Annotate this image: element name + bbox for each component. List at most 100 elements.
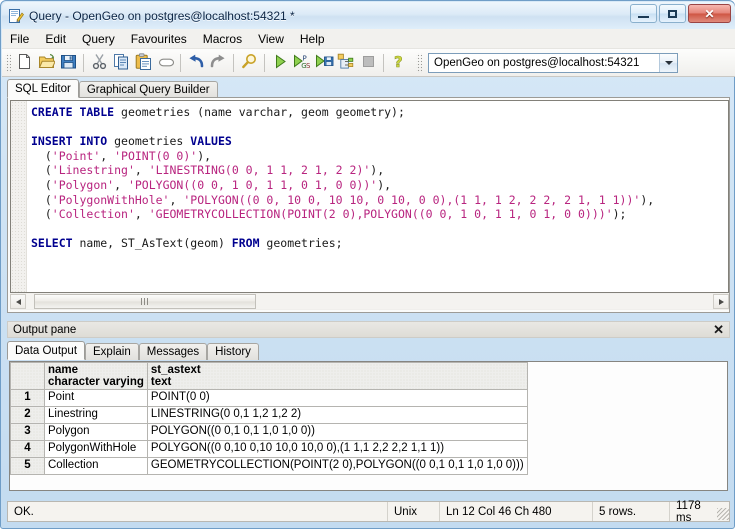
row-number[interactable]: 3	[11, 424, 45, 441]
editor-horizontal-scrollbar[interactable]	[10, 293, 729, 310]
cell-st-astext[interactable]: LINESTRING(0 0,1 1,2 1,2 2)	[147, 407, 527, 424]
sql-line: ('Point', 'POINT(0 0)'),	[31, 149, 654, 164]
sql-token-str: 'LINESTRING(0 0, 1 1, 2 1, 2 2)'	[149, 163, 371, 177]
cell-st-astext[interactable]: POINT(0 0)	[147, 390, 527, 407]
status-bar: OK. Unix Ln 12 Col 46 Ch 480 5 rows. 117…	[7, 501, 730, 522]
minimize-icon	[638, 16, 649, 18]
tab-messages[interactable]: Messages	[139, 343, 207, 360]
stop-query-button[interactable]	[357, 52, 379, 74]
sql-token-str: 'POINT(0 0)'	[114, 149, 197, 163]
sql-token-plain: ),	[640, 193, 654, 207]
close-button[interactable]: ✕	[688, 4, 731, 23]
execute-to-file-button[interactable]	[313, 52, 335, 74]
column-header-st-astext-label: st_astext	[151, 364, 201, 376]
copy-button[interactable]	[110, 52, 132, 74]
row-number[interactable]: 2	[11, 407, 45, 424]
sql-token-str: 'GEOMETRYCOLLECTION(POINT(2 0),POLYGON((…	[149, 207, 613, 221]
help-button[interactable]: ?	[388, 52, 410, 74]
sql-code[interactable]: CREATE TABLE geometries (name varchar, g…	[31, 105, 654, 251]
connection-value: OpenGeo on postgres@localhost:54321	[429, 57, 639, 69]
scrollbar-thumb[interactable]	[34, 294, 256, 309]
window-title: Query - OpenGeo on postgres@localhost:54…	[29, 9, 295, 23]
row-number[interactable]: 4	[11, 441, 45, 458]
cell-st-astext[interactable]: POLYGON((0 0,10 0,10 10,0 10,0 0),(1 1,1…	[147, 441, 527, 458]
sql-token-plain: ,	[169, 193, 183, 207]
explain-options-button[interactable]	[335, 52, 357, 74]
sql-token-plain: name, ST_AsText(geom)	[73, 236, 232, 250]
cell-name[interactable]: Polygon	[45, 424, 148, 441]
menu-macros[interactable]: Macros	[195, 30, 250, 48]
tab-history-label: History	[215, 346, 251, 358]
scroll-right-icon[interactable]	[713, 294, 729, 309]
table-row[interactable]: 5 Collection GEOMETRYCOLLECTION(POINT(2 …	[11, 458, 528, 475]
row-number[interactable]: 5	[11, 458, 45, 475]
tab-data-output[interactable]: Data Output	[7, 341, 85, 360]
sql-token-str: 'Linestring'	[52, 163, 135, 177]
table-row[interactable]: 3 Polygon POLYGON((0 0,1 0,1 1,0 1,0 0))	[11, 424, 528, 441]
tab-sql-editor[interactable]: SQL Editor	[7, 79, 79, 98]
table-row[interactable]: 4 PolygonWithHole POLYGON((0 0,10 0,10 1…	[11, 441, 528, 458]
tab-explain[interactable]: Explain	[85, 343, 139, 360]
undo-button[interactable]	[185, 52, 207, 74]
row-number[interactable]: 1	[11, 390, 45, 407]
minimize-button[interactable]	[630, 4, 657, 23]
save-file-icon	[60, 53, 77, 73]
toolbar-grip[interactable]	[5, 53, 11, 73]
sql-token-plain: ),	[370, 163, 384, 177]
new-file-button[interactable]	[13, 52, 35, 74]
connection-select[interactable]: OpenGeo on postgres@localhost:54321	[428, 53, 678, 73]
sql-token-kw: INSERT INTO	[31, 134, 107, 148]
explain-opts-icon	[337, 53, 355, 73]
menu-query[interactable]: Query	[74, 30, 123, 48]
tab-history[interactable]: History	[207, 343, 259, 360]
explain-query-button[interactable]: P G S	[291, 52, 313, 74]
clear-window-button[interactable]	[154, 52, 176, 74]
tab-graphical-query-builder[interactable]: Graphical Query Builder	[79, 81, 218, 98]
execute-query-button[interactable]	[269, 52, 291, 74]
status-message: OK.	[8, 502, 388, 521]
find-replace-button[interactable]	[238, 52, 260, 74]
cell-name[interactable]: Collection	[45, 458, 148, 475]
toolbar-separator	[233, 54, 234, 72]
column-header-st-astext[interactable]: st_astext text	[147, 363, 527, 390]
status-cursor-position: Ln 12 Col 46 Ch 480	[440, 502, 593, 521]
cell-name[interactable]: Linestring	[45, 407, 148, 424]
open-file-icon	[38, 53, 55, 73]
menu-view[interactable]: View	[250, 30, 292, 48]
column-header-name[interactable]: name character varying	[45, 363, 148, 390]
menu-favourites[interactable]: Favourites	[123, 30, 195, 48]
menu-edit[interactable]: Edit	[37, 30, 74, 48]
output-pane-title: Output pane	[13, 324, 76, 336]
maximize-button[interactable]	[659, 4, 686, 23]
sql-token-plain: geometries;	[260, 236, 343, 250]
redo-button[interactable]	[207, 52, 229, 74]
cell-st-astext[interactable]: GEOMETRYCOLLECTION(POINT(2 0),POLYGON((0…	[147, 458, 527, 475]
open-file-button[interactable]	[35, 52, 57, 74]
output-pane-close-icon[interactable]: ✕	[713, 323, 724, 337]
resize-grip-icon[interactable]	[717, 508, 729, 520]
scrollbar-track[interactable]	[26, 294, 713, 309]
paste-button[interactable]	[132, 52, 154, 74]
cell-name[interactable]: Point	[45, 390, 148, 407]
data-output-grid[interactable]: name character varying st_astext text 1 …	[9, 361, 728, 491]
table-row[interactable]: 2 Linestring LINESTRING(0 0,1 1,2 1,2 2)	[11, 407, 528, 424]
toolbar: P G S	[2, 49, 735, 77]
menu-file[interactable]: File	[2, 30, 37, 48]
scroll-left-icon[interactable]	[10, 294, 26, 309]
toolbar-separator	[180, 54, 181, 72]
cut-button[interactable]	[88, 52, 110, 74]
sql-editor-surface[interactable]: CREATE TABLE geometries (name varchar, g…	[10, 100, 729, 293]
close-icon: ✕	[704, 8, 714, 20]
menu-help[interactable]: Help	[292, 30, 333, 48]
grid-corner-header[interactable]	[11, 363, 45, 390]
cell-st-astext[interactable]: POLYGON((0 0,1 0,1 1,0 1,0 0))	[147, 424, 527, 441]
toolbar-separator	[83, 54, 84, 72]
chevron-down-icon[interactable]	[659, 54, 677, 72]
cell-name[interactable]: PolygonWithHole	[45, 441, 148, 458]
sql-token-str: 'POLYGON((0 0, 10 0, 10 10, 0 10, 0 0),(…	[183, 193, 640, 207]
toolbar-grip-2[interactable]	[416, 53, 422, 73]
sql-token-plain: ),	[197, 149, 211, 163]
table-row[interactable]: 1 Point POINT(0 0)	[11, 390, 528, 407]
sql-token-str: 'POLYGON((0 0, 1 0, 1 1, 0 1, 0 0))'	[128, 178, 377, 192]
save-file-button[interactable]	[57, 52, 79, 74]
